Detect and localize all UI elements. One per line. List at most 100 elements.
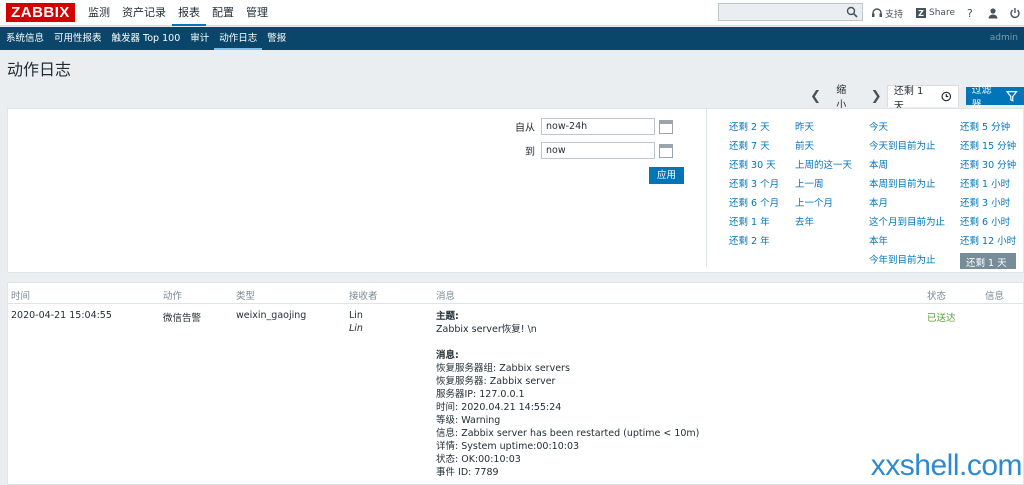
quick-range-link[interactable]: 还剩 5 分钟 (960, 119, 1016, 138)
filter-tabs: ❮ 缩小 ❯ 还剩 1 天 过滤器 (805, 85, 1024, 112)
watermark: xxshell.com (870, 449, 1023, 482)
row-action: 微信告警 (163, 313, 202, 324)
quick-range-link[interactable]: 本年 (869, 233, 945, 252)
nav-administration[interactable]: 管理 (240, 0, 274, 26)
quick-range-column: 还剩 5 分钟 还剩 15 分钟 还剩 30 分钟 还剩 1 小时 还剩 3 小… (960, 119, 1017, 269)
to-row: 到 (505, 142, 673, 159)
sub-nav: 系统信息 可用性报表 触发器 Top 100 审计 动作日志 警报 admin (0, 27, 1024, 50)
help-link[interactable]: ? (967, 7, 973, 20)
message-subject-label: 主题: (436, 311, 459, 322)
quick-range-link[interactable]: 今年到目前为止 (869, 252, 945, 271)
message-line: 恢复服务器组: Zabbix servers (436, 363, 570, 374)
subnav-system-info[interactable]: 系统信息 (1, 27, 49, 50)
column-header-type: 类型 (236, 291, 256, 302)
quick-range-link[interactable]: 还剩 1 年 (729, 214, 779, 233)
quick-range-link[interactable]: 本月 (869, 195, 945, 214)
message-line: 等级: Warning (436, 415, 501, 426)
quick-range-link[interactable]: 还剩 30 分钟 (960, 157, 1016, 176)
time-tab[interactable]: 还剩 1 天 (886, 85, 959, 112)
quick-range-link[interactable]: 本周到目前为止 (869, 176, 945, 195)
quick-range-link[interactable]: 还剩 6 小时 (960, 214, 1016, 233)
calendar-icon[interactable] (659, 119, 673, 134)
message-body-label: 消息: (436, 350, 459, 361)
to-input[interactable] (541, 142, 655, 159)
subnav-action-log[interactable]: 动作日志 (214, 27, 263, 50)
message-line: 事件 ID: 7789 (436, 467, 499, 478)
quick-range-link[interactable]: 还剩 3 小时 (960, 195, 1016, 214)
subnav-audit[interactable]: 审计 (185, 27, 214, 50)
share-link[interactable]: Z Share (915, 7, 955, 19)
search-icon[interactable] (846, 6, 858, 18)
apply-button[interactable]: 应用 (649, 167, 684, 184)
message-line: 服务器IP: 127.0.0.1 (436, 389, 525, 400)
column-header-time[interactable]: 时间 (11, 288, 30, 302)
user-icon (988, 8, 998, 19)
quick-range-link[interactable]: 本周 (869, 157, 945, 176)
from-input[interactable] (541, 118, 655, 135)
support-link[interactable]: 支持 (871, 7, 903, 20)
row-status: 已送达 (927, 313, 956, 324)
column-header-status: 状态 (927, 291, 947, 302)
row-time: 2020-04-21 15:04:55 (11, 310, 112, 321)
quick-range-link[interactable]: 上周的这一天 (795, 157, 852, 176)
quick-range-link[interactable]: 前天 (795, 138, 852, 157)
filter-tab-button[interactable]: 过滤器 (965, 85, 1024, 111)
column-header-action: 动作 (163, 291, 183, 302)
zoom-out-button[interactable]: 缩小 (826, 81, 865, 111)
message-line: 时间: 2020.04.21 14:55:24 (436, 402, 562, 413)
subnav-triggers-top-100[interactable]: 触发器 Top 100 (107, 27, 186, 50)
column-header-message: 消息 (436, 291, 456, 302)
funnel-icon (1006, 91, 1018, 102)
from-label: 自从 (515, 123, 535, 134)
quick-range-link[interactable]: 还剩 1 小时 (960, 176, 1016, 195)
quick-range-link[interactable]: 去年 (795, 214, 852, 233)
svg-text:Z: Z (918, 9, 924, 18)
column-header-info: 信息 (985, 291, 1005, 302)
column-header-recipient: 接收者 (349, 291, 378, 302)
nav-inventory[interactable]: 资产记录 (116, 0, 172, 26)
help-label: ? (967, 6, 973, 20)
quick-range-link[interactable]: 这个月到目前为止 (869, 214, 945, 233)
quick-range-column: 昨天 前天 上周的这一天 上一周 上一个月 去年 (795, 119, 852, 233)
quick-range-link[interactable]: 还剩 30 天 (729, 157, 779, 176)
quick-range-link[interactable]: 还剩 15 分钟 (960, 138, 1016, 157)
message-line: 详情: System uptime:00:10:03 (436, 441, 580, 452)
quick-range-link[interactable]: 今天 (869, 119, 945, 138)
quick-range-link[interactable]: 今天到目前为止 (869, 138, 945, 157)
quick-range-link[interactable]: 上一周 (795, 176, 852, 195)
zabbix-logo[interactable]: ZABBIX (6, 3, 75, 22)
support-label: 支持 (885, 9, 904, 20)
from-row: 自从 (505, 118, 673, 135)
subnav-availability-report[interactable]: 可用性报表 (49, 27, 107, 50)
quick-range-link[interactable]: 还剩 12 小时 (960, 233, 1016, 252)
username: admin (989, 33, 1018, 43)
nav-monitoring[interactable]: 监测 (82, 0, 116, 26)
quick-range-link[interactable]: 昨天 (795, 119, 852, 138)
message-line: 状态: OK:00:10:03 (436, 454, 521, 465)
calendar-icon[interactable] (659, 143, 673, 158)
quick-range-column: 还剩 2 天 还剩 7 天 还剩 30 天 还剩 3 个月 还剩 6 个月 还剩… (729, 119, 779, 252)
quick-range-column: 今天 今天到目前为止 本周 本周到目前为止 本月 这个月到目前为止 本年 今年到… (869, 119, 945, 271)
nav-configuration[interactable]: 配置 (206, 0, 240, 26)
main-nav: 监测 资产记录 报表 配置 管理 (82, 0, 274, 26)
message-subject: Zabbix server恢复! \n (436, 324, 537, 335)
row-recipient-sub: Lin (349, 323, 363, 334)
quick-range-link[interactable]: 还剩 7 天 (729, 138, 779, 157)
quick-range-link[interactable]: 还剩 6 个月 (729, 195, 779, 214)
search-input[interactable] (718, 3, 863, 21)
quick-range-link[interactable]: 还剩 3 个月 (729, 176, 779, 195)
filter-panel: 自从 到 应用 还剩 2 天 还剩 7 天 还剩 30 天 还剩 3 个月 还剩… (7, 108, 1024, 273)
quick-range-selected[interactable]: 还剩 1 天 (960, 253, 1017, 269)
headset-icon (872, 8, 882, 17)
logout-link[interactable] (1009, 7, 1021, 19)
nav-reports[interactable]: 报表 (172, 0, 206, 26)
quick-range-link[interactable]: 上一个月 (795, 195, 852, 214)
subnav-notifications[interactable]: 警报 (262, 27, 291, 50)
quick-ranges: 还剩 2 天 还剩 7 天 还剩 30 天 还剩 3 个月 还剩 6 个月 还剩… (706, 109, 1024, 269)
user-profile-link[interactable] (987, 7, 999, 19)
quick-range-link[interactable]: 还剩 2 天 (729, 119, 779, 138)
page-title: 动作日志 (7, 60, 72, 79)
prev-period-button[interactable]: ❮ (805, 89, 826, 104)
quick-range-link[interactable]: 还剩 2 年 (729, 233, 779, 252)
next-period-button[interactable]: ❯ (866, 89, 887, 104)
